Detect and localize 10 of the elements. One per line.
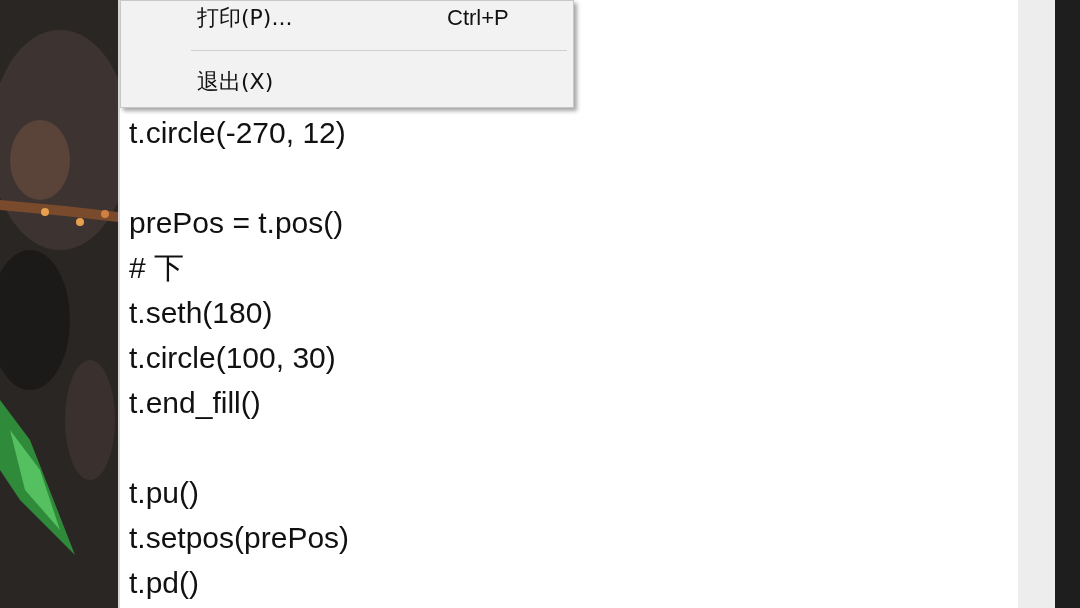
- code-line: t.pu(): [129, 475, 201, 511]
- code-line: # 下: [129, 250, 186, 286]
- code-line: t.circle(100, 30): [129, 340, 337, 376]
- shortcut-label: Ctrl+P: [447, 5, 509, 31]
- code-line: t.seth(180): [129, 295, 274, 331]
- code-line: t.pd(): [129, 565, 201, 601]
- code-line: t.setpos(prePos): [129, 520, 351, 556]
- code-line: prePos = t.pos(): [129, 205, 345, 241]
- code-line: t.circle(-270, 12): [129, 115, 347, 151]
- code-line: t.end_fill(): [129, 385, 262, 421]
